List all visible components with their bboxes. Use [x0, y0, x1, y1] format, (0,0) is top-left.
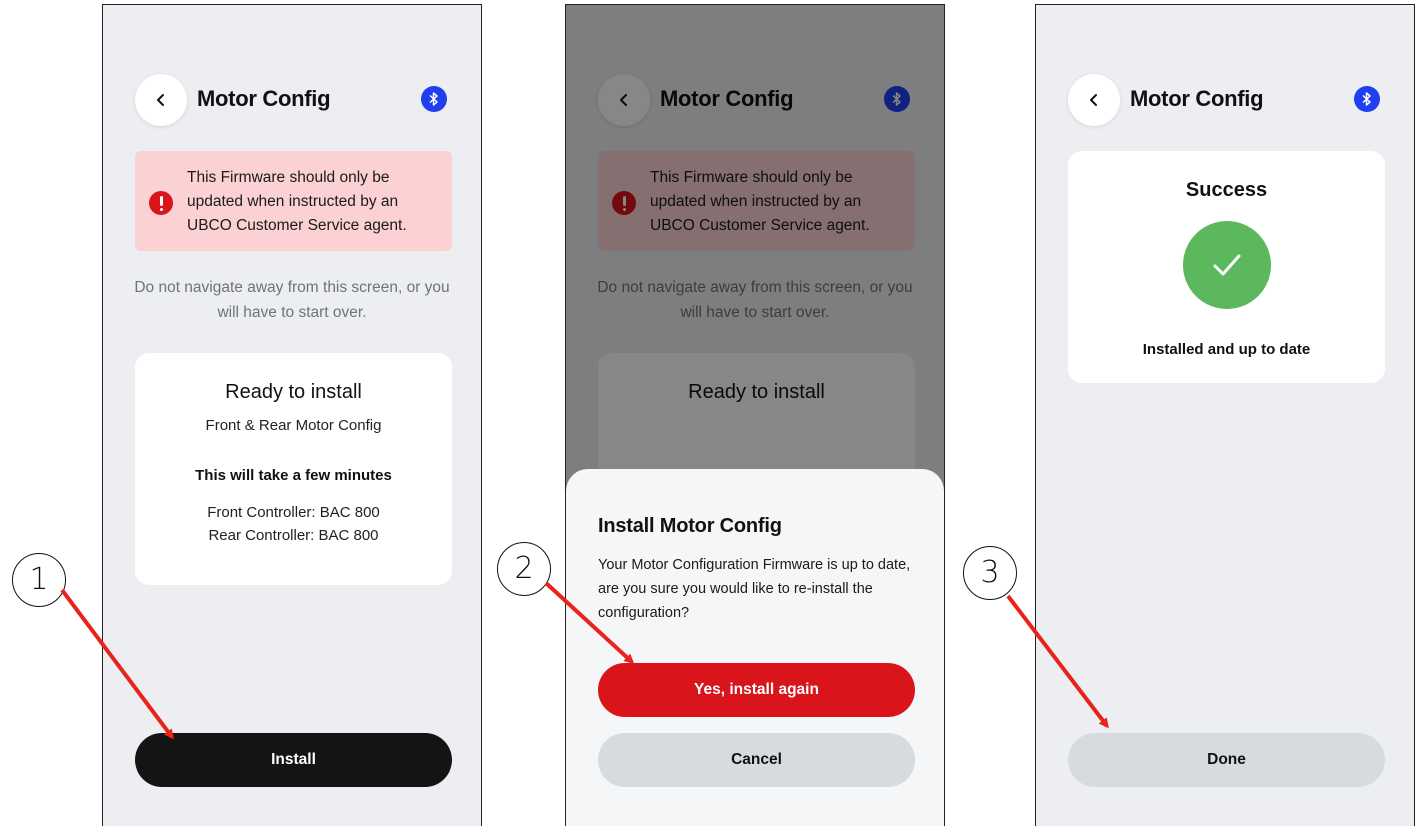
- annotation-arrows: [60, 581, 1109, 740]
- arrow-to-done: [1006, 594, 1109, 729]
- arrow-to-confirm: [544, 581, 635, 665]
- arrow-to-install: [60, 588, 174, 740]
